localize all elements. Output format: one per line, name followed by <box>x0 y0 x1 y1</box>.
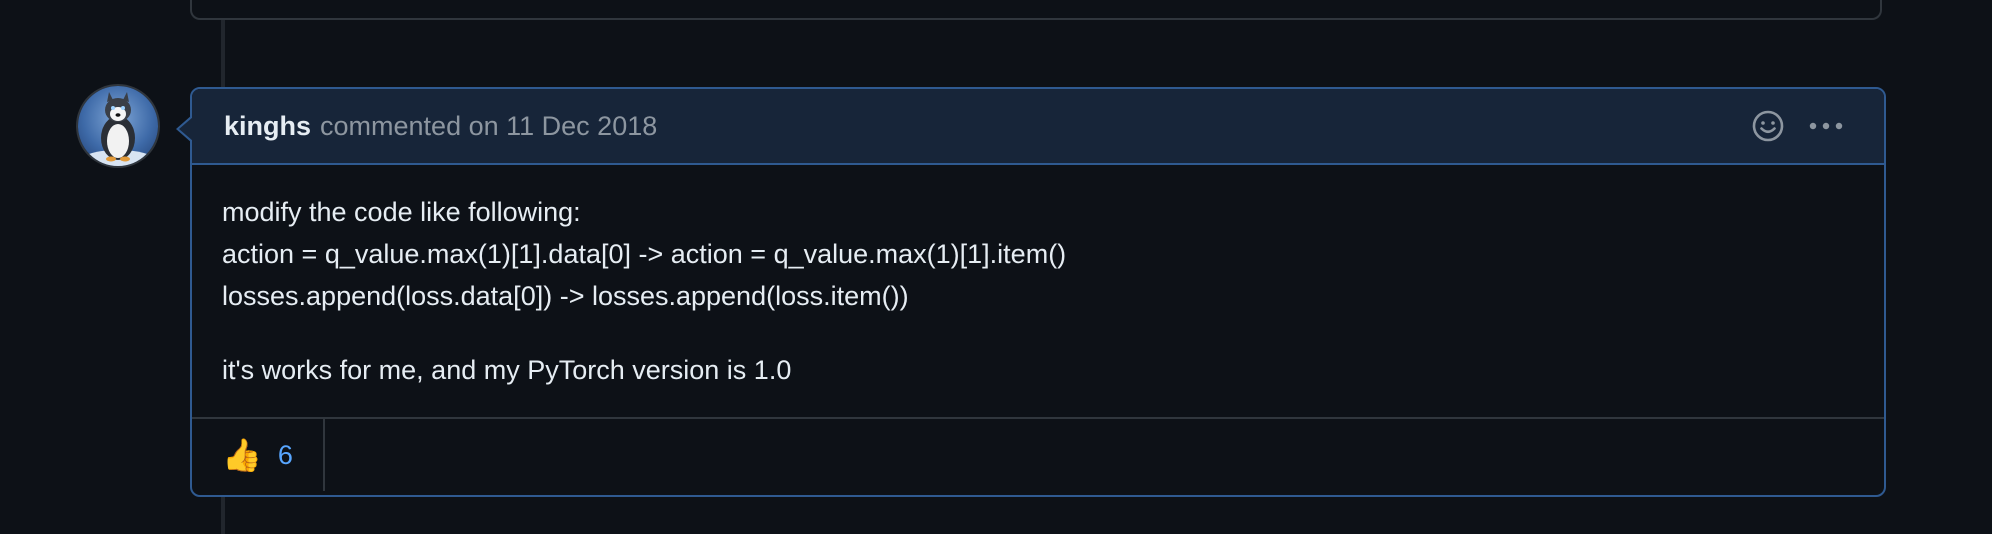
comment-action-text: commented on <box>320 110 499 141</box>
comment-card: kinghs commented on 11 Dec 2018 modify t… <box>176 87 1886 497</box>
comment-meta: commented on 11 Dec 2018 <box>320 111 657 142</box>
comment-options-button[interactable] <box>1808 108 1844 144</box>
comment-body: modify the code like following: action =… <box>192 165 1884 419</box>
comment-header: kinghs commented on 11 Dec 2018 <box>192 89 1884 165</box>
comment-paragraph: modify the code like following: action =… <box>222 191 1854 317</box>
kebab-menu-icon <box>1809 122 1843 130</box>
avatar[interactable] <box>78 86 158 166</box>
comment-pointer-fill <box>179 117 193 141</box>
previous-comment-box <box>190 0 1882 20</box>
comment-paragraph: it's works for me, and my PyTorch versio… <box>222 355 792 385</box>
husky-penguin-avatar <box>82 92 154 166</box>
comment-line: losses.append(loss.data[0]) -> losses.ap… <box>222 281 909 311</box>
smiley-icon <box>1752 110 1784 142</box>
reaction-thumbs-up-button[interactable]: 👍 6 <box>192 419 325 491</box>
comment-line: action = q_value.max(1)[1].data[0] -> ac… <box>222 239 1067 269</box>
comment-date[interactable]: 11 Dec 2018 <box>506 111 657 141</box>
comment-header-actions <box>1750 108 1844 144</box>
add-reaction-button[interactable] <box>1750 108 1786 144</box>
comment-line: modify the code like following: <box>222 197 581 227</box>
reactions-bar: 👍 6 <box>192 419 1884 491</box>
reaction-count: 6 <box>277 439 293 470</box>
comment-author[interactable]: kinghs <box>224 111 311 142</box>
thumbs-up-icon: 👍 <box>222 437 262 473</box>
